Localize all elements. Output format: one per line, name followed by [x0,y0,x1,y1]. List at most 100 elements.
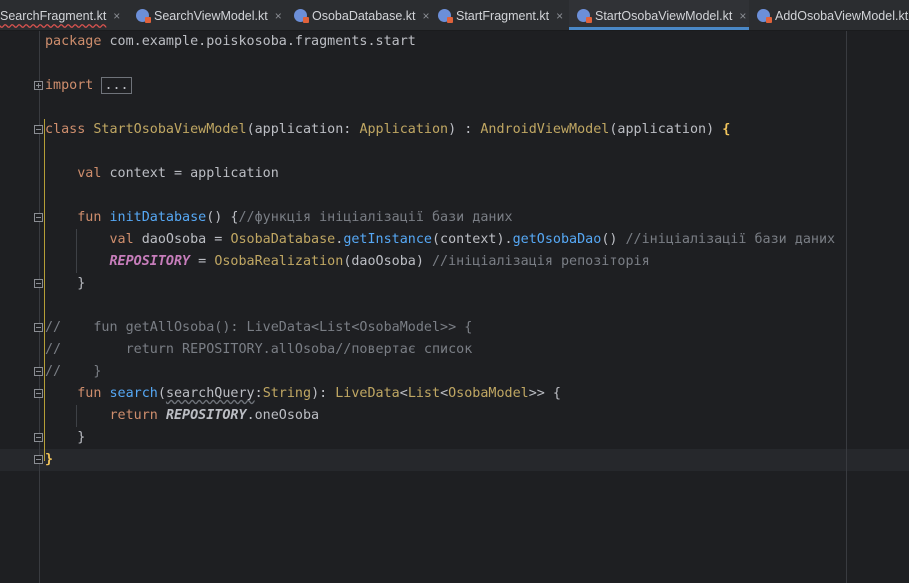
code-line-package[interactable]: package com.example.poiskosoba.fragments… [45,31,416,53]
tab-label: AddOsobaViewModel.kt [775,9,909,23]
code-text: = [190,254,215,269]
code-line-repository[interactable]: REPOSITORY = OsobaRealization(daoOsoba) … [45,251,650,273]
tab-start-osoba-view-model[interactable]: StartOsobaViewModel.kt × [569,0,749,30]
code-text: (application: [246,122,360,137]
type-name: Application [359,122,449,137]
close-icon[interactable]: × [423,9,430,23]
keyword: return [109,408,158,423]
right-margin-guide [846,31,847,583]
comment: //ініціалізації бази даних [625,232,836,247]
fold-collapse-icon[interactable] [34,433,43,442]
code-text: (application) [609,122,723,137]
kotlin-class-icon [294,9,309,23]
code-line-close-brace[interactable]: } [45,427,85,449]
fold-collapse-icon[interactable] [34,455,43,464]
comment: // } [45,364,102,379]
keyword: package [45,34,102,49]
code-line-init-database[interactable]: fun initDatabase() {//функція ініціаліза… [45,207,513,229]
tab-label: SearchFragment.kt [0,9,107,23]
type-name: OsobaModel [448,386,529,401]
fold-collapse-icon[interactable] [34,367,43,376]
matched-brace: } [45,452,54,467]
class-name: OsobaRealization [214,254,344,269]
close-icon[interactable]: × [556,9,563,23]
comment: //ініціалізація репозіторія [432,254,650,269]
method-name: getOsobaDao [512,232,602,247]
kotlin-class-icon [136,9,151,23]
code-text: >> { [528,386,561,401]
type-name: LiveData [335,386,400,401]
tab-label: StartOsobaViewModel.kt [595,9,733,23]
code-line-class-close[interactable]: } [45,449,53,471]
code-line-search[interactable]: fun search(searchQuery:String): LiveData… [45,383,561,405]
code-text: ): [311,386,336,401]
code-text: (daoOsoba) [343,254,432,269]
keyword: fun [77,386,102,401]
code-text: daoOsoba = [133,232,231,247]
keyword: val [109,232,134,247]
code-text: (context). [432,232,513,247]
superclass-name: AndroidViewModel [480,122,610,137]
tab-search-view-model[interactable]: SearchViewModel.kt × [136,0,282,30]
code-line-return[interactable]: return REPOSITORY.oneOsoba [45,405,320,427]
code-text: < [399,386,408,401]
comment: // fun getAllOsoba(): LiveData<List<Osob… [45,320,473,335]
code-text: ( [157,386,166,401]
fold-collapse-icon[interactable] [34,389,43,398]
editor-tab-bar: SearchFragment.kt × SearchViewModel.kt × O… [0,0,909,31]
close-icon[interactable]: × [113,9,120,23]
tab-label: SearchViewModel.kt [154,9,268,23]
kotlin-class-icon [438,9,453,23]
code-editor[interactable]: package com.example.poiskosoba.fragments… [0,31,909,583]
comment: //функція ініціалізації бази даних [238,210,513,225]
type-name: List [407,386,441,401]
code-text: } [77,276,86,291]
kotlin-class-icon [577,9,592,23]
code-line-class-declaration[interactable]: class StartOsobaViewModel(application: A… [45,119,730,141]
fold-collapse-icon[interactable] [34,213,43,222]
gutter-divider [39,31,40,583]
tab-search-fragment[interactable]: SearchFragment.kt × [0,0,120,30]
code-line-comment[interactable]: // fun getAllOsoba(): LiveData<List<Osob… [45,317,472,339]
close-icon[interactable]: × [275,9,282,23]
keyword: class [45,122,86,137]
code-text: .oneOsoba [246,408,320,423]
parameter-name: searchQuery [165,386,255,401]
code-line-close-brace[interactable]: } [45,273,85,295]
code-line-import[interactable]: import ... [45,75,132,97]
keyword: fun [77,210,102,225]
code-line-dao[interactable]: val daoOsoba = OsobaDatabase.getInstance… [45,229,836,251]
tab-add-osoba-view-model[interactable]: AddOsobaViewModel.kt [757,0,908,30]
code-line-comment[interactable]: // return REPOSITORY.allOsoba//повертає … [45,339,472,361]
static-property: REPOSITORY [109,254,191,269]
current-line-highlight [0,449,909,471]
tab-osoba-database[interactable]: OsobaDatabase.kt × [294,0,430,30]
static-property: REPOSITORY [165,408,247,423]
fold-collapse-icon[interactable] [34,279,43,288]
code-line-context[interactable]: val context = application [45,163,279,185]
code-text: ) : [448,122,481,137]
folded-imports-button[interactable]: ... [101,77,132,94]
code-text: } [77,430,86,445]
tab-start-fragment[interactable]: StartFragment.kt × [438,0,563,30]
code-text: com.example.poiskosoba.fragments.start [101,34,416,49]
matched-brace: { [722,122,731,137]
code-text: context = application [101,166,279,181]
method-name: getInstance [343,232,432,247]
comment: // return REPOSITORY.allOsoba//повертає … [45,342,473,357]
fold-collapse-icon[interactable] [34,323,43,332]
fold-collapse-icon[interactable] [34,125,43,134]
function-name: search [109,386,158,401]
keyword: import [45,78,94,93]
class-name: StartOsobaViewModel [93,122,247,137]
code-line-comment[interactable]: // } [45,361,101,383]
function-name: initDatabase [109,210,207,225]
fold-expand-icon[interactable] [34,81,43,90]
close-icon[interactable]: × [739,9,746,23]
type-name: String [262,386,312,401]
code-text: () { [206,210,239,225]
code-text: () [601,232,626,247]
code-text: : [254,386,263,401]
tab-label: StartFragment.kt [456,9,550,23]
